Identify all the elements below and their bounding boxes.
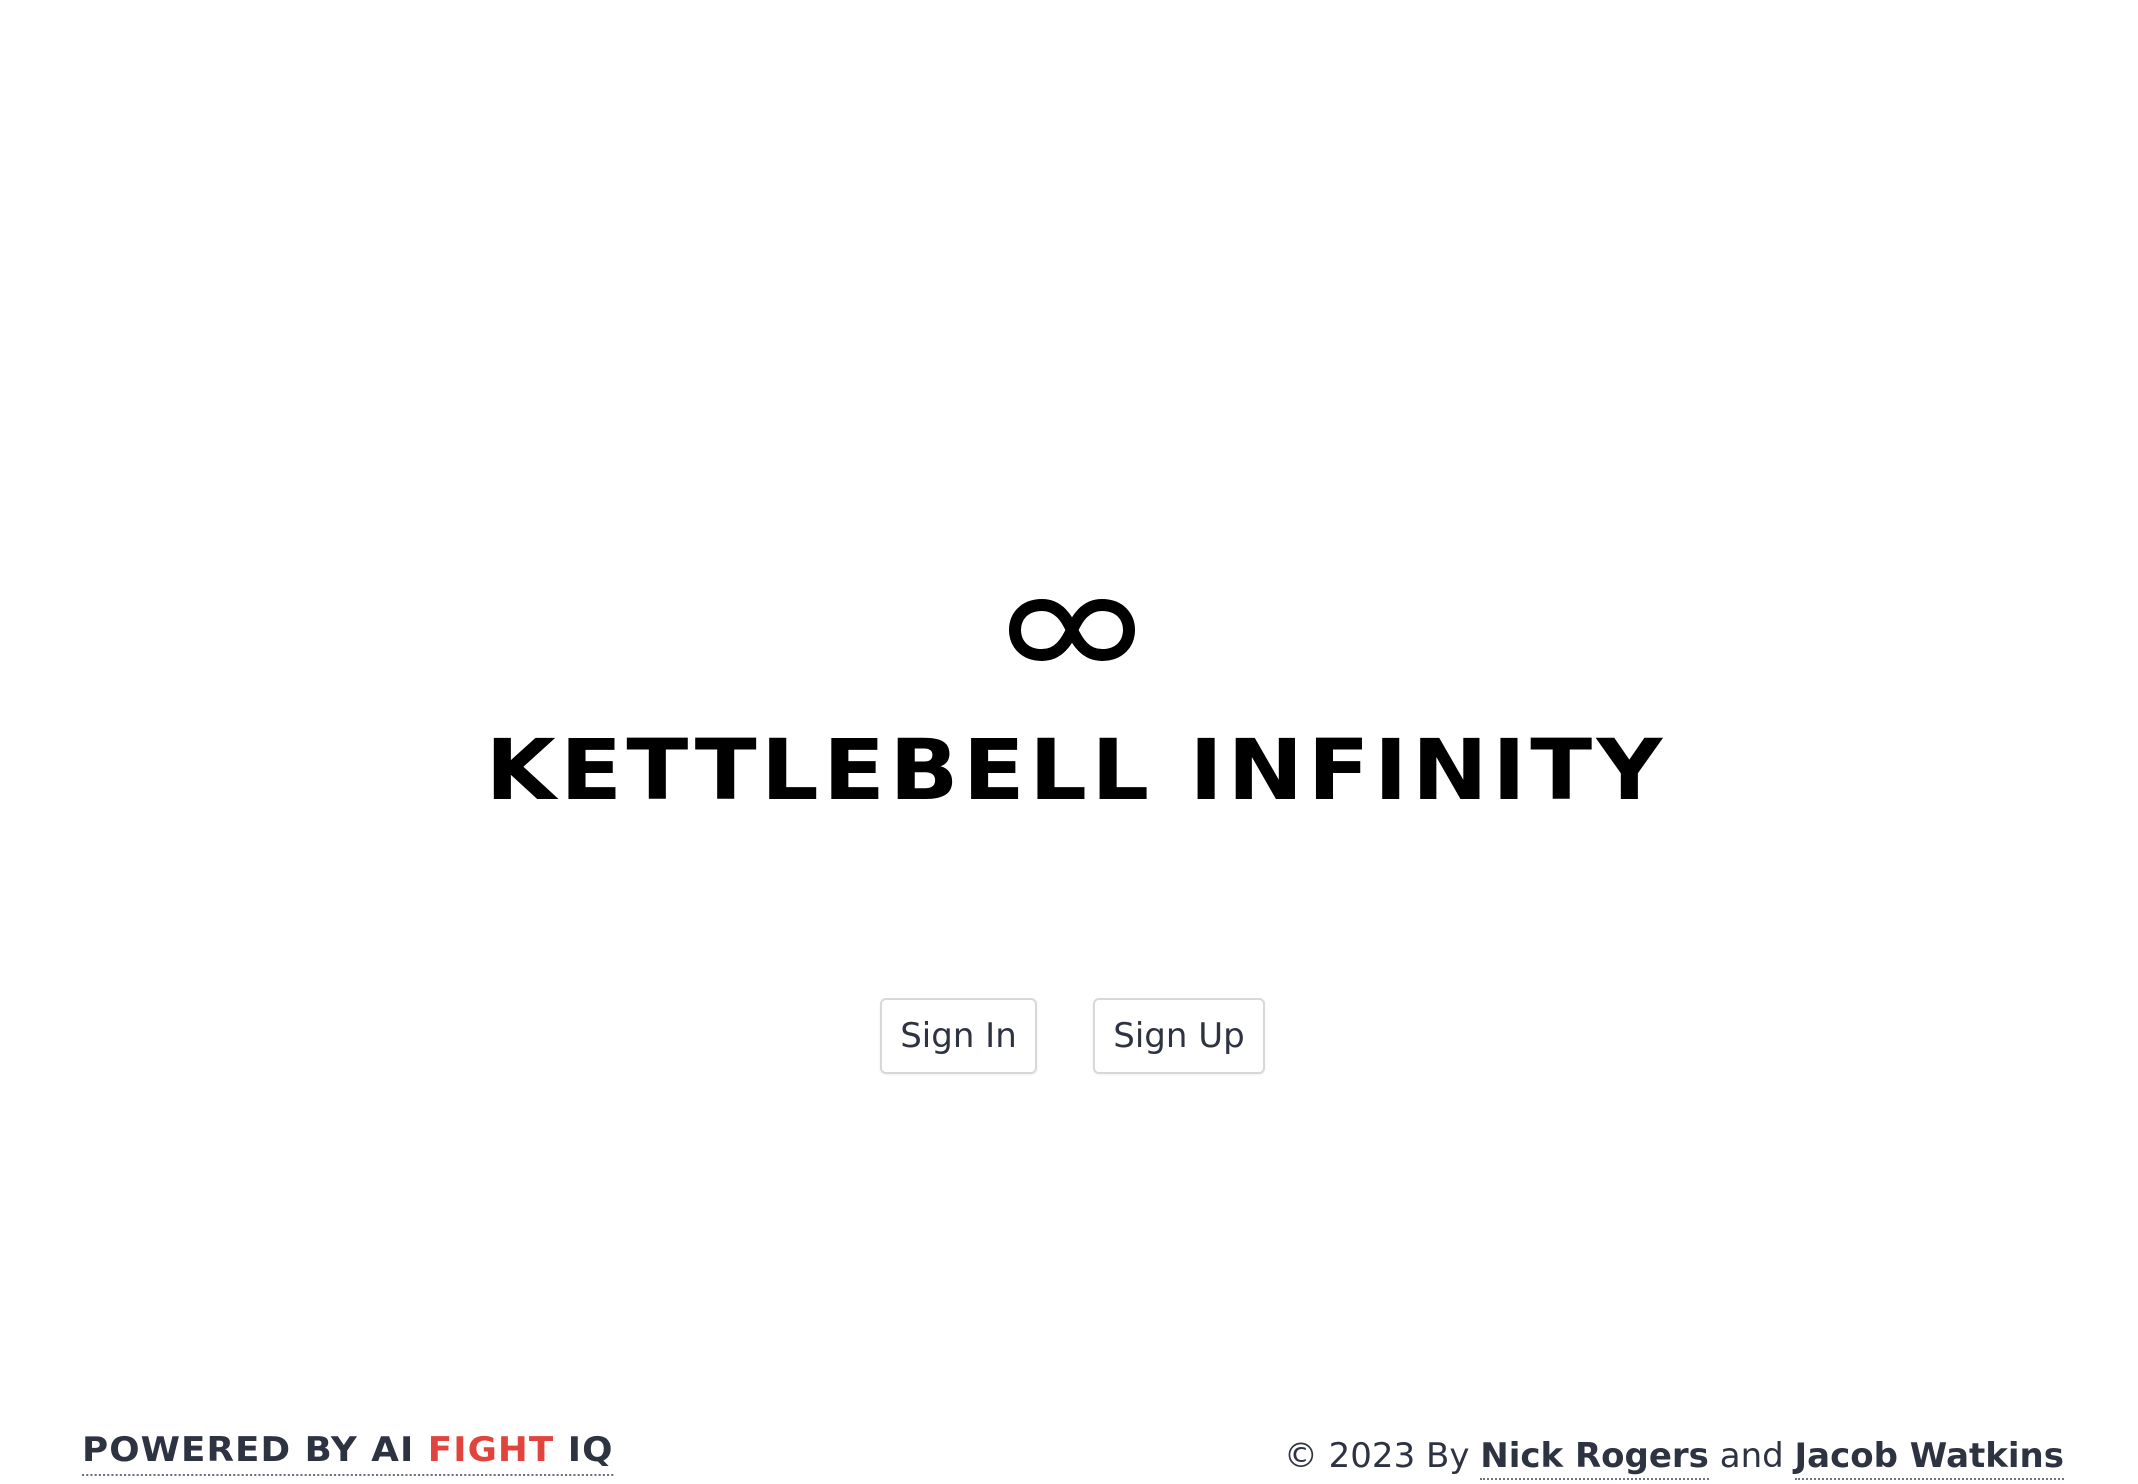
powered-by-suffix: IQ: [554, 1430, 614, 1470]
app-title: KETTLEBELL INFINITY: [485, 721, 1667, 819]
author-link-jacob-watkins[interactable]: Jacob Watkins: [1794, 1436, 2064, 1480]
powered-by-link[interactable]: POWERED BY AI FIGHT IQ: [82, 1428, 614, 1476]
sign-in-button[interactable]: Sign In: [880, 998, 1037, 1074]
powered-by-prefix: POWERED BY AI: [82, 1430, 428, 1470]
infinity-icon: [1009, 597, 1135, 663]
copyright-notice: © 2023 By Nick Rogers and Jacob Watkins: [1284, 1432, 2064, 1480]
copyright-joiner: and: [1708, 1436, 1795, 1476]
landing-page: KETTLEBELL INFINITY Sign In Sign Up POWE…: [0, 0, 2138, 1484]
author-link-nick-rogers[interactable]: Nick Rogers: [1480, 1436, 1709, 1480]
sign-up-button[interactable]: Sign Up: [1093, 998, 1265, 1074]
powered-by-accent: FIGHT: [427, 1430, 555, 1470]
copyright-prefix: © 2023 By: [1283, 1436, 1481, 1476]
